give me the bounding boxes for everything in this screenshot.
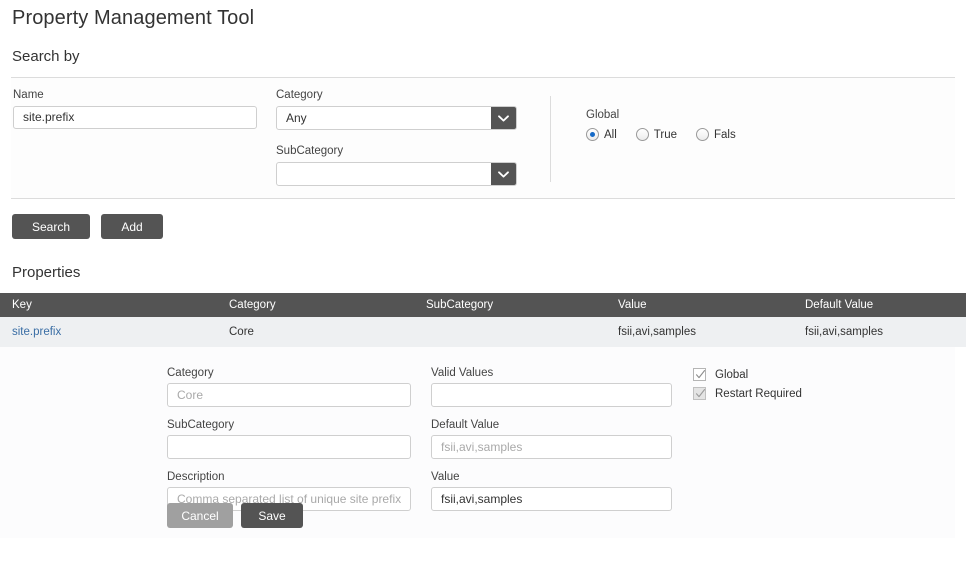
search-category-select[interactable]: Any: [276, 106, 517, 130]
edit-actions: Cancel Save: [167, 503, 303, 528]
table-header-row: Key Category SubCategory Value Default V…: [0, 293, 966, 317]
search-actions: Search Add: [12, 214, 966, 239]
search-category-selected-value: Any: [276, 106, 517, 130]
chevron-down-icon[interactable]: [491, 107, 516, 129]
checkbox-restart-required[interactable]: Restart Required: [693, 387, 802, 400]
search-button[interactable]: Search: [12, 214, 90, 239]
radio-indicator: [635, 128, 649, 141]
properties-heading: Properties: [12, 264, 81, 281]
table-row[interactable]: site.prefix Core fsii,avi,samples fsii,a…: [0, 317, 966, 347]
radio-indicator: [586, 128, 599, 141]
edit-valid-values-input[interactable]: [431, 383, 672, 407]
search-subcategory-label: SubCategory: [276, 145, 344, 157]
cell-value: fsii,avi,samples: [606, 317, 793, 347]
search-panel: Name Category Any SubCategory Global: [11, 77, 955, 199]
edit-category-label: Category: [167, 367, 214, 379]
cell-subcategory: [414, 317, 606, 347]
checkbox-global[interactable]: Global: [693, 368, 802, 381]
edit-valid-values-label: Valid Values: [431, 367, 494, 379]
search-global-radio-row: All True Fals: [586, 128, 736, 141]
cell-key: site.prefix: [0, 317, 217, 347]
chevron-down-icon[interactable]: [491, 163, 516, 185]
column-header-value: Value: [606, 293, 793, 317]
edit-description-label: Description: [167, 471, 225, 483]
search-by-heading: Search by: [12, 48, 80, 65]
radio-global-all[interactable]: All: [586, 128, 617, 141]
radio-global-true[interactable]: True: [635, 128, 678, 141]
column-header-subcategory: SubCategory: [414, 293, 606, 317]
cell-default-value: fsii,avi,samples: [793, 317, 966, 347]
property-edit-panel: Category SubCategory Description Valid V…: [0, 347, 955, 538]
page-title: Property Management Tool: [12, 7, 255, 29]
edit-default-value-label: Default Value: [431, 419, 500, 431]
edit-value-input[interactable]: [431, 487, 672, 511]
search-name-group: Name: [13, 89, 257, 129]
search-subcategory-select[interactable]: [276, 162, 517, 186]
edit-subcategory-field: SubCategory: [167, 419, 411, 459]
cancel-button[interactable]: Cancel: [167, 503, 233, 528]
column-header-category: Category: [217, 293, 414, 317]
edit-default-value-input[interactable]: [431, 435, 672, 459]
edit-left-column: Category SubCategory Description: [167, 367, 411, 523]
search-category-label: Category: [276, 89, 323, 101]
search-subcategory-selected-value: [276, 162, 517, 186]
edit-category-input[interactable]: [167, 383, 411, 407]
search-panel-divider: [550, 96, 551, 182]
radio-global-false[interactable]: Fals: [696, 128, 736, 141]
search-global-label: Global: [586, 109, 620, 121]
edit-middle-column: Valid Values Default Value Value: [431, 367, 672, 523]
properties-table: Key Category SubCategory Value Default V…: [0, 293, 966, 347]
add-button[interactable]: Add: [101, 214, 163, 239]
property-key-link[interactable]: site.prefix: [12, 326, 61, 338]
search-subcategory-group: SubCategory: [276, 145, 517, 186]
cell-category: Core: [217, 317, 414, 347]
checkbox-global-label: Global: [715, 368, 749, 381]
column-header-default-value: Default Value: [793, 293, 966, 317]
radio-indicator: [696, 128, 710, 141]
search-category-group: Category Any: [276, 89, 517, 130]
radio-global-true-label: True: [653, 128, 678, 141]
edit-value-field: Value: [431, 471, 672, 511]
edit-valid-values-field: Valid Values: [431, 367, 672, 407]
edit-value-label: Value: [431, 471, 460, 483]
checkmark-icon: [693, 387, 706, 400]
checkmark-icon: [693, 368, 706, 381]
edit-category-field: Category: [167, 367, 411, 407]
save-button[interactable]: Save: [241, 503, 303, 528]
radio-global-all-label: All: [604, 128, 617, 141]
checkbox-restart-required-label: Restart Required: [715, 387, 802, 400]
edit-right-column: Global Restart Required: [693, 368, 802, 406]
search-global-group: Global All True Fals: [586, 109, 736, 141]
edit-subcategory-label: SubCategory: [167, 419, 235, 431]
search-name-input[interactable]: [13, 106, 257, 129]
column-header-key: Key: [0, 293, 217, 317]
edit-default-value-field: Default Value: [431, 419, 672, 459]
search-name-label: Name: [13, 89, 44, 101]
radio-global-false-label: Fals: [714, 128, 736, 141]
edit-subcategory-input[interactable]: [167, 435, 411, 459]
